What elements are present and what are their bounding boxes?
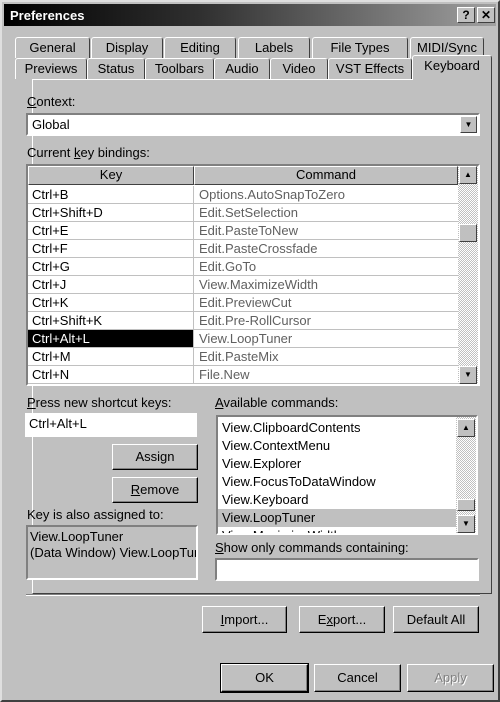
tab-previews[interactable]: Previews: [15, 58, 87, 79]
key-cell: Ctrl+G: [28, 258, 194, 275]
command-cell: Edit.PasteToNew: [199, 223, 298, 238]
command-cell: Edit.PasteMix: [199, 349, 279, 364]
default-all-button[interactable]: Default All: [393, 606, 479, 633]
key-cell: Ctrl+K: [28, 294, 194, 311]
command-list-item[interactable]: View.FocusToDataWindow: [218, 473, 456, 491]
context-label: Context:: [27, 94, 76, 109]
available-commands-list[interactable]: View.ClipboardContents View.ContextMenu Vi…: [216, 415, 478, 535]
shortcut-label: Press new shortcut keys:: [27, 395, 172, 410]
export-button[interactable]: Export...: [299, 606, 385, 633]
command-cell: Edit.PreviewCut: [199, 295, 292, 310]
table-row[interactable]: Ctrl+Shift+D Edit.SetSelection: [28, 204, 458, 222]
command-list-item[interactable]: View.ClipboardContents: [218, 419, 456, 437]
close-button[interactable]: ✕: [477, 7, 495, 23]
scroll-down-icon[interactable]: ▼: [457, 515, 475, 533]
ok-button[interactable]: OK: [220, 663, 309, 693]
table-row[interactable]: Ctrl+J View.MaximizeWidth: [28, 276, 458, 294]
tab-video[interactable]: Video: [270, 58, 328, 79]
tab-toolbars[interactable]: Toolbars: [145, 58, 214, 79]
apply-button[interactable]: Apply: [407, 664, 494, 692]
scroll-up-icon[interactable]: ▲: [457, 419, 475, 437]
table-row[interactable]: Ctrl+E Edit.PasteToNew: [28, 222, 458, 240]
tab-status[interactable]: Status: [87, 58, 145, 79]
scroll-thumb[interactable]: [459, 224, 477, 242]
available-label: Available commands:: [215, 395, 339, 410]
also-assigned-label: Key is also assigned to:: [27, 507, 164, 522]
command-cell: Edit.GoTo: [199, 259, 257, 274]
command-list-item[interactable]: View.MaximizeWidth: [218, 527, 456, 533]
table-row[interactable]: Ctrl+N File.New: [28, 366, 458, 384]
table-row[interactable]: Ctrl+F Edit.PasteCrossfade: [28, 240, 458, 258]
key-cell: Ctrl+J: [28, 276, 194, 293]
assign-button[interactable]: Assign: [112, 444, 198, 470]
scroll-up-icon[interactable]: ▲: [459, 166, 477, 184]
table-row[interactable]: Ctrl+Shift+K Edit.Pre-RollCursor: [28, 312, 458, 330]
column-header-command[interactable]: Command: [194, 166, 458, 185]
table-row[interactable]: Ctrl+B Options.AutoSnapToZero: [28, 186, 458, 204]
tab-display[interactable]: Display: [91, 37, 163, 58]
command-list-item[interactable]: View.Explorer: [218, 455, 456, 473]
bindings-scrollbar[interactable]: [458, 166, 478, 384]
table-row[interactable]: Ctrl+K Edit.PreviewCut: [28, 294, 458, 312]
scroll-thumb[interactable]: [457, 499, 475, 511]
key-cell: Ctrl+M: [28, 348, 194, 365]
key-cell: Ctrl+Shift+K: [28, 312, 194, 329]
key-cell: Ctrl+B: [28, 186, 194, 203]
also-assigned-line: View.LoopTuner: [30, 529, 124, 544]
window-title: Preferences: [10, 8, 85, 23]
command-cell: View.MaximizeWidth: [199, 277, 318, 292]
filter-input[interactable]: [215, 558, 479, 581]
tab-audio[interactable]: Audio: [214, 58, 270, 79]
title-bar: Preferences: [4, 4, 496, 26]
import-button[interactable]: Import...: [202, 606, 287, 633]
table-row[interactable]: Ctrl+Alt+L View.LoopTuner: [28, 330, 458, 348]
separator: [26, 594, 480, 596]
tab-labels[interactable]: Labels: [238, 37, 310, 58]
key-cell: Ctrl+E: [28, 222, 194, 239]
key-cell: Ctrl+Shift+D: [28, 204, 194, 221]
chevron-down-icon[interactable]: ▼: [460, 116, 477, 133]
preferences-dialog: Preferences ? ✕ Context: Global ▼ Curren…: [0, 0, 500, 702]
remove-button[interactable]: Remove: [112, 477, 198, 503]
table-row[interactable]: Ctrl+G Edit.GoTo: [28, 258, 458, 276]
filter-label: Show only commands containing:: [215, 540, 409, 555]
command-cell: Options.AutoSnapToZero: [199, 187, 345, 202]
tab-keyboard[interactable]: Keyboard: [412, 55, 492, 80]
command-cell: Edit.Pre-RollCursor: [199, 313, 311, 328]
also-assigned-line: (Data Window) View.LoopTun: [30, 545, 198, 560]
scroll-down-icon[interactable]: ▼: [459, 366, 477, 384]
help-button[interactable]: ?: [457, 7, 475, 23]
command-cell: View.LoopTuner: [199, 331, 293, 346]
column-header-key[interactable]: Key: [28, 166, 194, 185]
tab-general[interactable]: General: [15, 37, 90, 58]
command-list-item[interactable]: View.ContextMenu: [218, 437, 456, 455]
key-cell: Ctrl+N: [28, 366, 194, 383]
command-list-item[interactable]: View.LoopTuner: [218, 509, 456, 527]
also-assigned-box: View.LoopTuner (Data Window) View.LoopTu…: [26, 525, 198, 580]
command-list-item[interactable]: View.Keyboard: [218, 491, 456, 509]
command-cell: Edit.PasteCrossfade: [199, 241, 318, 256]
cancel-button[interactable]: Cancel: [314, 664, 401, 692]
command-cell: File.New: [199, 367, 250, 382]
context-select[interactable]: Global ▼: [26, 113, 480, 136]
table-row[interactable]: Ctrl+M Edit.PasteMix: [28, 348, 458, 366]
key-bindings-table[interactable]: Key Command Ctrl+B Options.AutoSnapToZero…: [26, 164, 480, 386]
tab-vst-effects[interactable]: VST Effects: [328, 58, 412, 79]
command-cell: Edit.SetSelection: [199, 205, 299, 220]
key-cell: Ctrl+Alt+L: [28, 330, 194, 347]
key-cell: Ctrl+F: [28, 240, 194, 257]
tab-file-types[interactable]: File Types: [312, 37, 408, 58]
context-value: Global: [32, 117, 70, 132]
bindings-label: Current key bindings:: [27, 145, 150, 160]
tab-editing[interactable]: Editing: [164, 37, 236, 58]
shortcut-input[interactable]: Ctrl+Alt+L: [25, 413, 197, 437]
